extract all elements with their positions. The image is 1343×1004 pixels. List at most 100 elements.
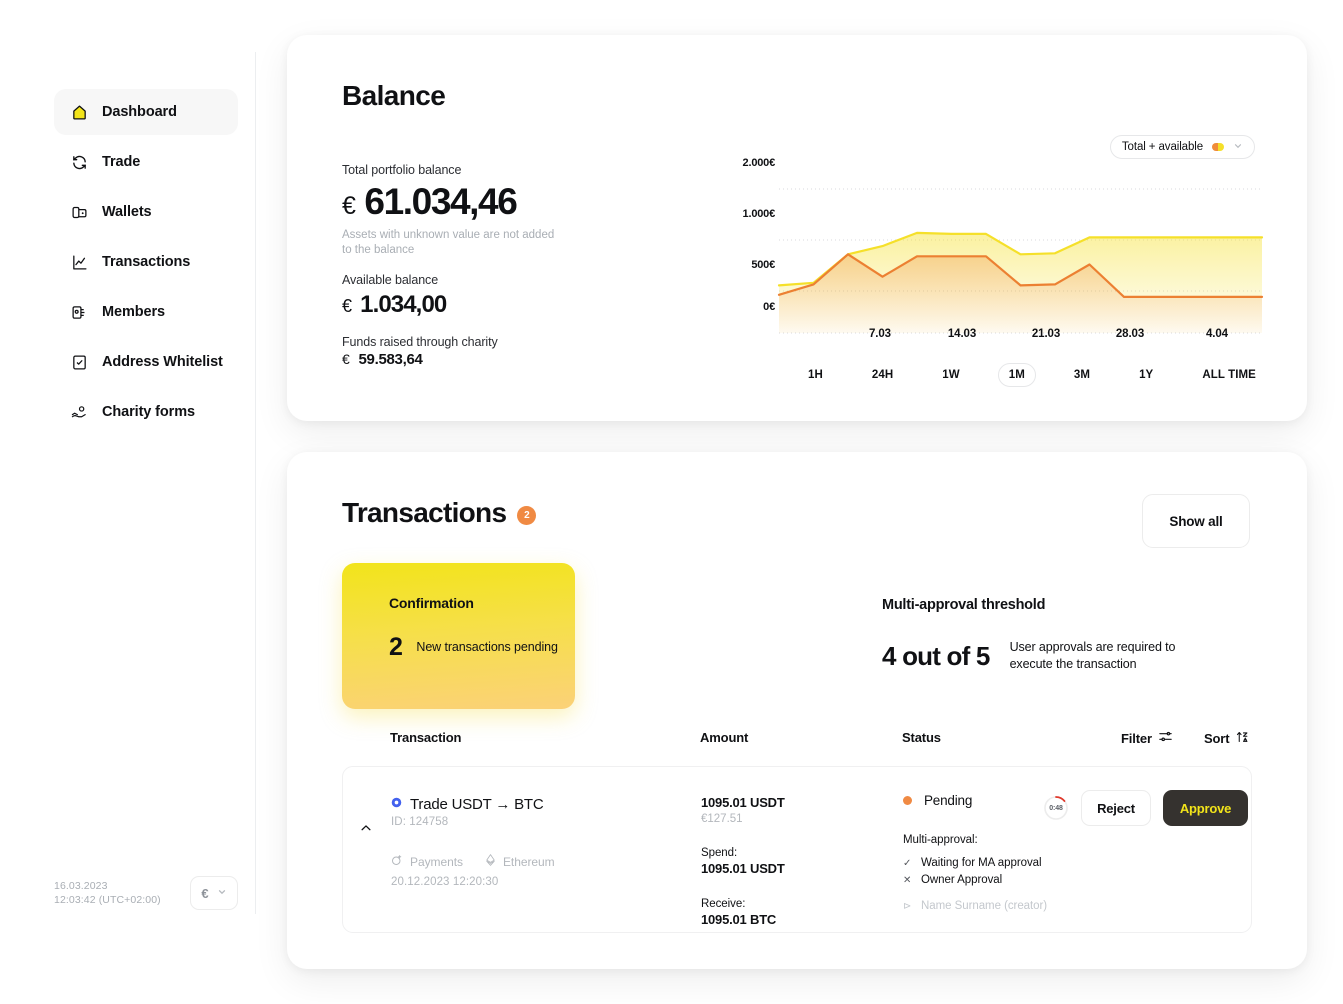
countdown-timer: 0:48 xyxy=(1043,795,1069,821)
y-axis-tick: 500€ xyxy=(751,259,775,271)
footer-date: 16.03.2023 xyxy=(54,880,108,892)
approve-button[interactable]: Approve xyxy=(1163,790,1248,826)
check-icon: ✓ xyxy=(903,857,912,869)
multi-approval-count: 4 out of 5 xyxy=(882,640,990,671)
tag-network: Ethereum xyxy=(485,854,555,869)
status-badge: 2 xyxy=(517,505,537,525)
status-row: Pending xyxy=(903,793,1047,808)
transaction-id: ID: 124758 xyxy=(391,816,449,828)
tag-payments: Payments xyxy=(391,854,463,869)
x-axis-tick: 4.04 xyxy=(1206,328,1228,340)
transaction-name: Trade USDT → BTC xyxy=(410,795,544,813)
spend-label: Spend: xyxy=(701,847,738,859)
x-axis-tick: 28.03 xyxy=(1115,328,1145,340)
x-axis-tick: 21.03 xyxy=(1031,328,1061,340)
charity-balance-block: Funds raised through charity € 59.583,64 xyxy=(342,335,498,368)
transactions-card: Transactions 2 Show all Confirmation 2 N… xyxy=(287,452,1307,969)
sidebar-item-label: Trade xyxy=(102,154,141,170)
reject-button[interactable]: Reject xyxy=(1081,790,1151,826)
available-balance-block: Available balance € 1.034,00 xyxy=(342,273,447,319)
sidebar-item-charity-forms[interactable]: Charity forms xyxy=(54,389,238,435)
ma-item: ⊳ Name Surname (creator) xyxy=(903,900,1047,912)
sidebar-divider xyxy=(255,52,256,914)
cell-amount: 1095.01 USDT €127.51 Spend: 1095.01 USDT… xyxy=(701,795,785,927)
column-header-transaction: Transaction xyxy=(390,730,462,745)
column-header-amount: Amount xyxy=(700,730,749,745)
currency-symbol: € xyxy=(342,192,356,220)
available-balance-value: 1.034,00 xyxy=(360,291,447,318)
table-row[interactable]: Trade USDT → BTC ID: 124758 Payments Eth… xyxy=(342,766,1252,933)
total-balance-amount: € 61.034,46 xyxy=(342,181,567,223)
show-all-button[interactable]: Show all xyxy=(1142,494,1250,548)
multi-approval-body: 4 out of 5 User approvals are required t… xyxy=(882,639,1262,673)
multi-approval-threshold: Multi-approval threshold 4 out of 5 User… xyxy=(882,597,1262,673)
sort-button[interactable]: Sort xyxy=(1204,730,1249,747)
total-balance-note: Assets with unknown value are not added … xyxy=(342,229,555,256)
expand-collapse-button[interactable] xyxy=(355,817,377,839)
range-button-3m[interactable]: 3M xyxy=(1063,363,1101,387)
chart-series-dropdown[interactable]: Total + available xyxy=(1109,135,1255,159)
series-color-dot xyxy=(1212,143,1224,151)
sidebar-item-label: Charity forms xyxy=(102,404,195,420)
confirmation-card: Confirmation 2 New transactions pending xyxy=(342,563,575,709)
asset-icon xyxy=(391,795,402,813)
confirmation-count: 2 xyxy=(389,633,403,661)
x-axis-tick: 14.03 xyxy=(947,328,977,340)
chart-series-label: Total + available xyxy=(1121,141,1203,153)
y-axis-tick: 0€ xyxy=(763,301,775,313)
range-button-all-time[interactable]: ALL TIME xyxy=(1191,363,1267,387)
filter-button[interactable]: Filter xyxy=(1121,730,1172,746)
sidebar-nav: Dashboard Trade Wallets Transactions Mem… xyxy=(54,89,238,439)
range-button-1y[interactable]: 1Y xyxy=(1128,363,1164,387)
amount-fiat: €127.51 xyxy=(701,813,743,825)
multi-approval-title: Multi-approval threshold xyxy=(882,597,1046,613)
range-button-24h[interactable]: 24H xyxy=(861,363,904,387)
hand-heart-icon xyxy=(70,403,88,421)
balance-card: Balance Total portfolio balance € 61.034… xyxy=(287,35,1307,421)
charity-balance-value: 59.583,64 xyxy=(358,351,423,368)
sidebar-footer: 16.03.2023 12:03:42 (UTC+02:00) € xyxy=(54,876,238,910)
sort-label: Sort xyxy=(1204,731,1230,746)
amount-main: 1095.01 USDT xyxy=(701,795,785,810)
receive-label: Receive: xyxy=(701,898,746,910)
column-header-status: Status xyxy=(902,730,941,745)
cell-status: Pending Multi-approval: ✓ Waiting for MA… xyxy=(903,793,1047,912)
spend-group: Spend: 1095.01 USDT xyxy=(701,847,785,876)
footer-time: 12:03:42 (UTC+02:00) xyxy=(54,894,161,906)
wallet-icon xyxy=(70,203,88,221)
currency-symbol: € xyxy=(342,296,352,316)
cross-icon: ✕ xyxy=(903,874,912,886)
total-balance-block: Total portfolio balance € 61.034,46 Asse… xyxy=(342,163,567,258)
sidebar-item-address-whitelist[interactable]: Address Whitelist xyxy=(54,339,238,385)
footer-timestamp: 16.03.2023 12:03:42 (UTC+02:00) xyxy=(54,879,161,907)
confirmation-title: Confirmation xyxy=(389,595,474,611)
transaction-name-row: Trade USDT → BTC xyxy=(391,795,555,813)
tag-payments-label: Payments xyxy=(410,854,463,869)
y-axis-tick: 2.000€ xyxy=(742,157,776,169)
balance-chart: Total + available 2.000€ 1.000€ 500€ 0€ … xyxy=(743,135,1267,395)
sidebar-item-dashboard[interactable]: Dashboard xyxy=(54,89,238,135)
confirmation-text: New transactions pending xyxy=(416,640,558,654)
range-button-1m[interactable]: 1M xyxy=(997,363,1036,387)
filter-icon xyxy=(1159,730,1172,746)
total-balance-value: 61.034,46 xyxy=(364,181,517,222)
range-button-1w[interactable]: 1W xyxy=(931,363,970,387)
multi-approval-list: Multi-approval: ✓ Waiting for MA approva… xyxy=(903,834,1047,912)
sidebar-item-label: Transactions xyxy=(102,254,191,270)
ma-item: ✕ Owner Approval xyxy=(903,874,1047,886)
total-balance-label: Total portfolio balance xyxy=(342,163,462,177)
range-button-1h[interactable]: 1H xyxy=(797,363,834,387)
ma-item: ✓ Waiting for MA approval xyxy=(903,857,1047,869)
sidebar-item-label: Address Whitelist xyxy=(102,354,223,370)
receive-group: Receive: 1095.01 BTC xyxy=(701,898,785,927)
y-axis-tick: 1.000€ xyxy=(742,208,776,220)
currency-select[interactable]: € xyxy=(190,876,238,910)
charity-balance-amount: € 59.583,64 xyxy=(342,351,498,368)
sidebar-item-transactions[interactable]: Transactions xyxy=(54,239,238,285)
transactions-header: Transactions 2 xyxy=(342,497,537,529)
sidebar-item-trade[interactable]: Trade xyxy=(54,139,238,185)
home-icon xyxy=(70,103,88,121)
sidebar-item-members[interactable]: Members xyxy=(54,289,238,335)
sidebar-item-wallets[interactable]: Wallets xyxy=(54,189,238,235)
checklist-icon xyxy=(70,353,88,371)
